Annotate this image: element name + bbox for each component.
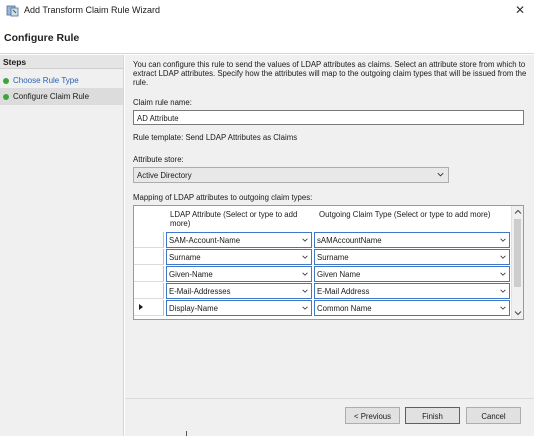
close-icon[interactable]: ✕ xyxy=(513,3,527,17)
chevron-down-icon xyxy=(500,289,506,293)
chevron-down-icon xyxy=(437,172,444,177)
steps-panel: Steps Choose Rule Type Configure Claim R… xyxy=(0,55,124,436)
ldap-attribute-dropdown[interactable]: SAM-Account-Name xyxy=(166,232,312,248)
scroll-down-icon[interactable] xyxy=(513,308,523,318)
cancel-button[interactable]: Cancel xyxy=(466,407,521,424)
claim-type-value: sAMAccountName xyxy=(317,236,382,245)
claim-type-dropdown[interactable]: Given Name xyxy=(314,266,510,282)
table-row-current: Display-Name Common Name xyxy=(134,300,512,316)
row-selector[interactable] xyxy=(134,283,164,299)
chevron-down-icon xyxy=(500,306,506,310)
claim-type-value: Common Name xyxy=(317,304,372,313)
text-cursor-mark xyxy=(186,431,187,436)
row-selector[interactable] xyxy=(134,266,164,282)
claim-type-dropdown[interactable]: sAMAccountName xyxy=(314,232,510,248)
claim-type-column-header[interactable]: Outgoing Claim Type (Select or type to a… xyxy=(319,210,509,219)
wizard-header: Configure Rule xyxy=(0,24,534,54)
claim-type-value: Given Name xyxy=(317,270,361,279)
title-bar: Add Transform Claim Rule Wizard ✕ xyxy=(0,0,534,22)
ldap-attribute-value: Given-Name xyxy=(169,270,213,279)
table-row: Given-Name Given Name xyxy=(134,266,512,282)
scrollbar-thumb[interactable] xyxy=(514,219,521,287)
chevron-down-icon xyxy=(302,306,308,310)
ldap-attribute-value: Display-Name xyxy=(169,304,218,313)
attribute-store-value: Active Directory xyxy=(137,171,192,180)
ldap-attribute-value: E-Mail-Addresses xyxy=(169,287,231,296)
ldap-attribute-dropdown[interactable]: Given-Name xyxy=(166,266,312,282)
table-row: Surname Surname xyxy=(134,249,512,265)
footer-divider xyxy=(125,398,534,399)
rule-description: You can configure this rule to send the … xyxy=(133,60,527,88)
ldap-attribute-value: Surname xyxy=(169,253,201,262)
finish-button[interactable]: Finish xyxy=(405,407,460,424)
rule-name-input[interactable]: AD Attribute xyxy=(133,110,524,125)
step-label: Configure Claim Rule xyxy=(13,92,90,101)
claim-type-value: Surname xyxy=(317,253,349,262)
table-row: E-Mail-Addresses E-Mail Address xyxy=(134,283,512,299)
row-selector[interactable] xyxy=(134,300,164,316)
steps-heading: Steps xyxy=(0,55,123,69)
grid-header: LDAP Attribute (Select or type to add mo… xyxy=(134,206,512,232)
ldap-attribute-dropdown[interactable]: Surname xyxy=(166,249,312,265)
page-title: Configure Rule xyxy=(4,32,80,44)
previous-button[interactable]: < Previous xyxy=(345,407,400,424)
chevron-down-icon xyxy=(500,272,506,276)
table-row: SAM-Account-Name sAMAccountName xyxy=(134,232,512,248)
ldap-attribute-column-header[interactable]: LDAP Attribute (Select or type to add mo… xyxy=(170,210,310,228)
main-content: You can configure this rule to send the … xyxy=(125,55,534,436)
mapping-grid: LDAP Attribute (Select or type to add mo… xyxy=(133,205,524,320)
row-selector[interactable] xyxy=(134,232,164,248)
step-configure-claim-rule[interactable]: Configure Claim Rule xyxy=(0,88,123,105)
ldap-attribute-dropdown[interactable]: E-Mail-Addresses xyxy=(166,283,312,299)
window-title: Add Transform Claim Rule Wizard xyxy=(24,5,161,15)
rule-name-label: Claim rule name: xyxy=(133,98,192,107)
chevron-down-icon xyxy=(302,238,308,242)
claim-type-dropdown[interactable]: Common Name xyxy=(314,300,510,316)
step-label: Choose Rule Type xyxy=(13,76,79,85)
step-choose-rule-type[interactable]: Choose Rule Type xyxy=(0,72,123,89)
attribute-store-label: Attribute store: xyxy=(133,155,184,164)
chevron-down-icon xyxy=(302,255,308,259)
claim-type-value: E-Mail Address xyxy=(317,287,370,296)
ldap-attribute-dropdown[interactable]: Display-Name xyxy=(166,300,312,316)
mapping-label: Mapping of LDAP attributes to outgoing c… xyxy=(133,193,313,202)
chevron-down-icon xyxy=(302,289,308,293)
ldap-attribute-value: SAM-Account-Name xyxy=(169,236,241,245)
grid-vertical-scrollbar[interactable] xyxy=(511,206,523,319)
attribute-store-select[interactable]: Active Directory xyxy=(133,167,449,183)
claim-type-dropdown[interactable]: E-Mail Address xyxy=(314,283,510,299)
chevron-down-icon xyxy=(302,272,308,276)
row-selector[interactable] xyxy=(134,249,164,265)
chevron-down-icon xyxy=(500,255,506,259)
step-complete-dot xyxy=(3,78,9,84)
step-current-dot xyxy=(3,94,9,100)
current-row-arrow-icon xyxy=(139,304,143,310)
rule-template-text: Rule template: Send LDAP Attributes as C… xyxy=(133,133,298,142)
wizard-icon xyxy=(6,4,19,17)
chevron-down-icon xyxy=(500,238,506,242)
claim-type-dropdown[interactable]: Surname xyxy=(314,249,510,265)
scroll-up-icon[interactable] xyxy=(513,207,523,217)
